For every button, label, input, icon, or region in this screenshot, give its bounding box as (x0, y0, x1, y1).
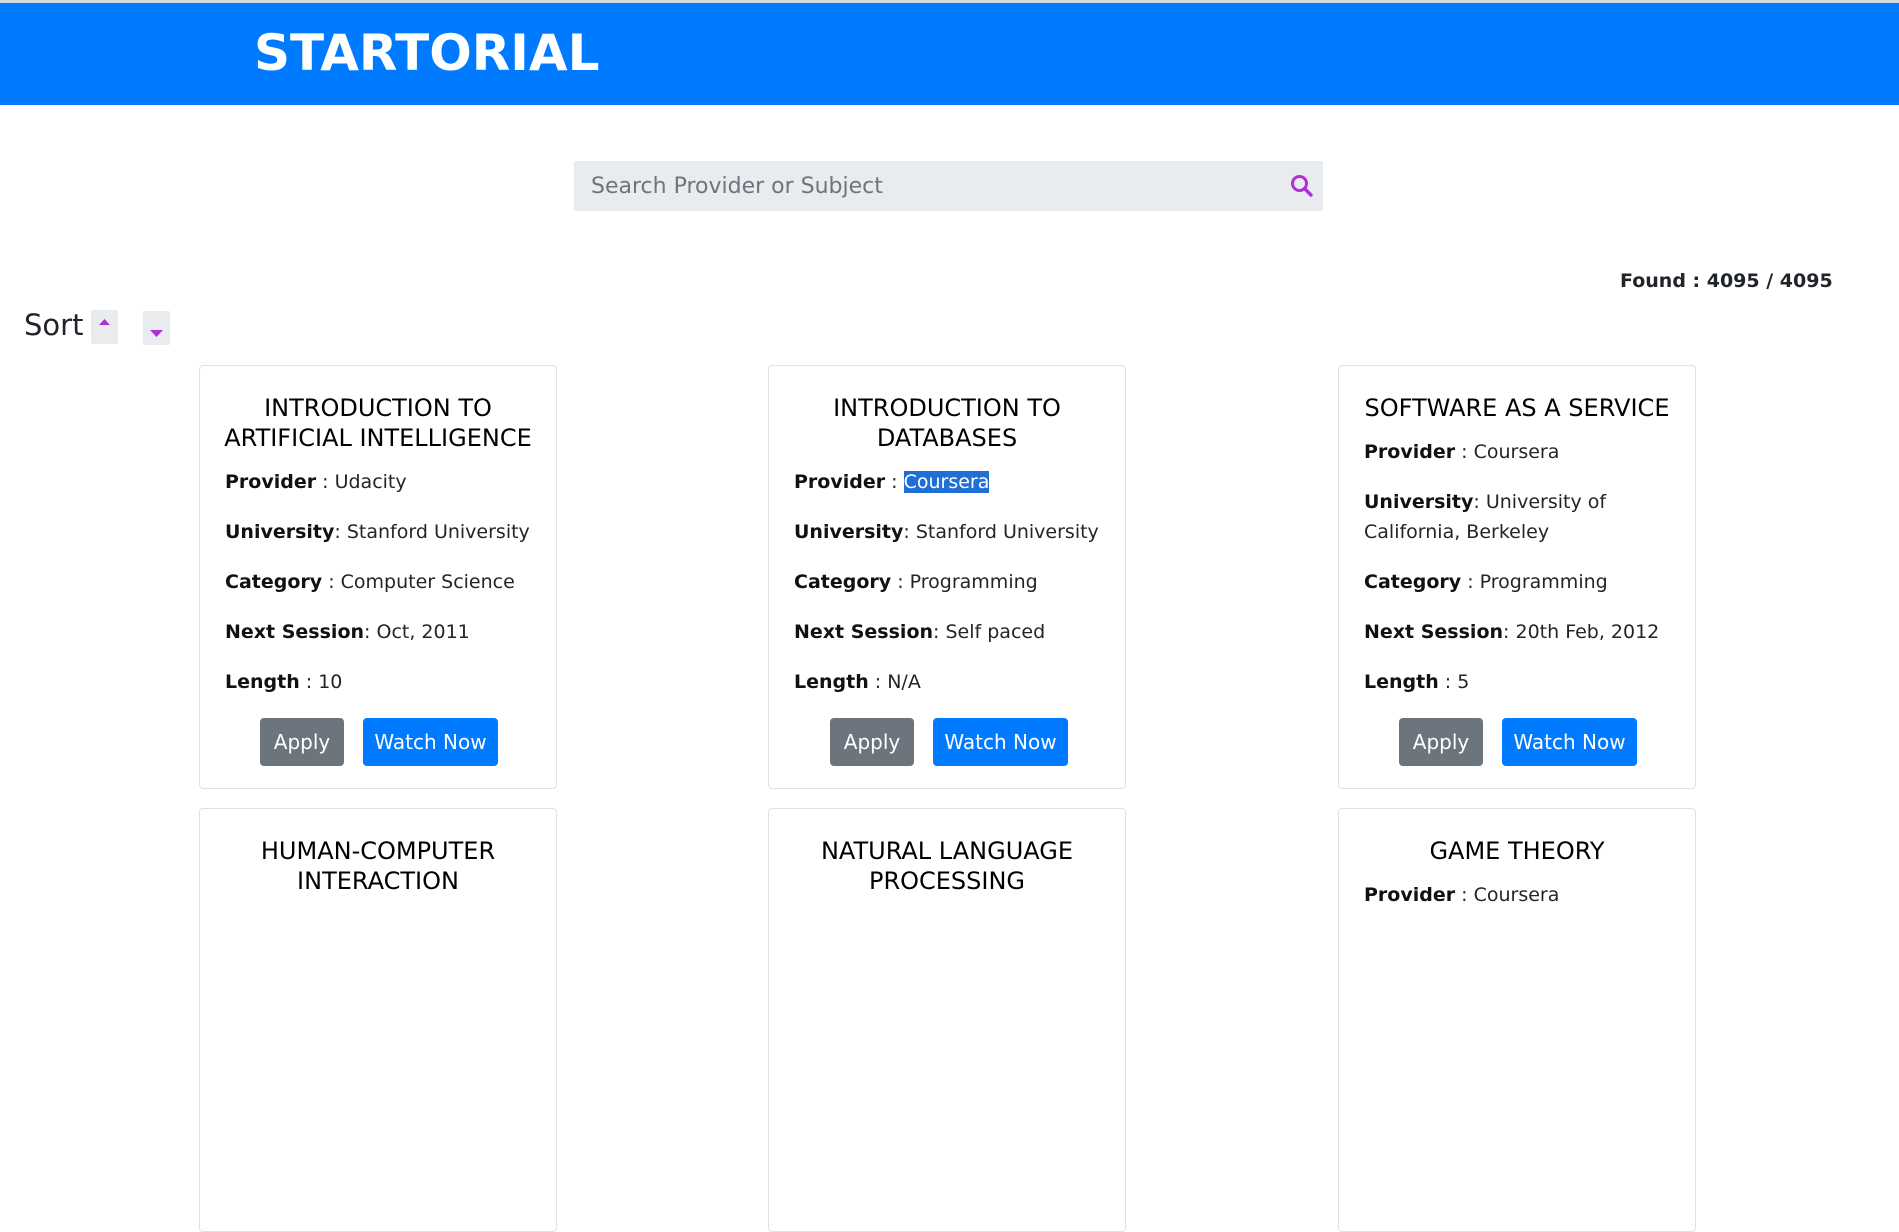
provider-field: Provider : Udacity (225, 471, 407, 493)
course-card: HUMAN-COMPUTER INTERACTION (199, 808, 557, 1232)
provider-label: Provider (1364, 441, 1456, 463)
university-label: University (1364, 491, 1474, 513)
category-field: Category : Programming (1364, 571, 1608, 593)
provider-field: Provider : Coursera (794, 471, 990, 493)
next-session-field: Next Session: Self paced (794, 621, 1046, 643)
category-value: Computer Science (340, 571, 515, 593)
caret-down-icon (150, 330, 163, 337)
category-value: Programming (1479, 571, 1608, 593)
university-value: Stanford University (346, 521, 530, 543)
watch-now-button[interactable]: Watch Now (933, 718, 1068, 766)
provider-value: Coursera (903, 471, 990, 493)
course-title: INTRODUCTION TO DATABASES (833, 394, 1061, 452)
course-title: SOFTWARE AS A SERVICE (1364, 394, 1670, 422)
length-label: Length (794, 671, 869, 693)
university-field: University: Stanford University (794, 521, 1099, 543)
search-input[interactable] (574, 161, 1264, 211)
next-session-field: Next Session: 20th Feb, 2012 (1364, 621, 1660, 643)
course-title: HUMAN-COMPUTER INTERACTION (260, 837, 496, 895)
next-session-value: 20th Feb, 2012 (1515, 621, 1660, 643)
university-label: University (225, 521, 335, 543)
provider-label: Provider (225, 471, 317, 493)
course-card: GAME THEORY Provider : Coursera (1338, 808, 1696, 1232)
provider-value: Coursera (1473, 884, 1560, 906)
course-card: INTRODUCTION TO DATABASES Provider : Cou… (768, 365, 1126, 789)
category-field: Category : Programming (794, 571, 1038, 593)
course-title: INTRODUCTION TO ARTIFICIAL INTELLIGENCE (224, 394, 532, 452)
sort-label: Sort (24, 308, 84, 342)
course-title: GAME THEORY (1429, 837, 1605, 865)
course-card: NATURAL LANGUAGE PROCESSING (768, 808, 1126, 1232)
course-title: NATURAL LANGUAGE PROCESSING (820, 837, 1074, 895)
next-session-value: Oct, 2011 (376, 621, 470, 643)
course-card: INTRODUCTION TO ARTIFICIAL INTELLIGENCE … (199, 365, 557, 789)
apply-button[interactable]: Apply (260, 718, 344, 766)
provider-field: Provider : Coursera (1364, 884, 1560, 906)
university-value: Stanford University (915, 521, 1099, 543)
caret-up-icon (99, 319, 110, 325)
length-value: 5 (1457, 671, 1470, 693)
provider-value: Coursera (1473, 441, 1560, 463)
search-icon[interactable] (1289, 173, 1315, 199)
results-count: Found : 4095 / 4095 (1620, 270, 1833, 292)
provider-field: Provider : Coursera (1364, 441, 1560, 463)
next-session-field: Next Session: Oct, 2011 (225, 621, 470, 643)
category-field: Category : Computer Science (225, 571, 515, 593)
navbar: STARTORIAL (0, 3, 1899, 105)
length-label: Length (1364, 671, 1439, 693)
sort-ascending-button[interactable] (91, 310, 118, 344)
next-session-label: Next Session (794, 621, 934, 643)
university-label: University (794, 521, 904, 543)
length-field: Length : 10 (225, 671, 343, 693)
apply-button[interactable]: Apply (830, 718, 914, 766)
length-value: 10 (318, 671, 343, 693)
provider-label: Provider (1364, 884, 1456, 906)
watch-now-button[interactable]: Watch Now (363, 718, 498, 766)
category-label: Category (794, 571, 892, 593)
length-label: Length (225, 671, 300, 693)
university-field: University: Stanford University (225, 521, 530, 543)
next-session-label: Next Session (1364, 621, 1504, 643)
category-label: Category (1364, 571, 1462, 593)
brand-logo[interactable]: STARTORIAL (254, 21, 599, 85)
length-value: N/A (887, 671, 921, 693)
watch-now-button[interactable]: Watch Now (1502, 718, 1637, 766)
provider-value: Udacity (334, 471, 407, 493)
course-card: SOFTWARE AS A SERVICE Provider : Courser… (1338, 365, 1696, 789)
next-session-value: Self paced (945, 621, 1046, 643)
category-label: Category (225, 571, 323, 593)
apply-button[interactable]: Apply (1399, 718, 1483, 766)
provider-label: Provider (794, 471, 886, 493)
category-value: Programming (909, 571, 1038, 593)
sort-descending-button[interactable] (143, 311, 170, 345)
next-session-label: Next Session (225, 621, 365, 643)
search-bar (574, 161, 1323, 211)
university-field: University: University of California, Be… (1364, 491, 1607, 543)
length-field: Length : N/A (794, 671, 921, 693)
length-field: Length : 5 (1364, 671, 1470, 693)
